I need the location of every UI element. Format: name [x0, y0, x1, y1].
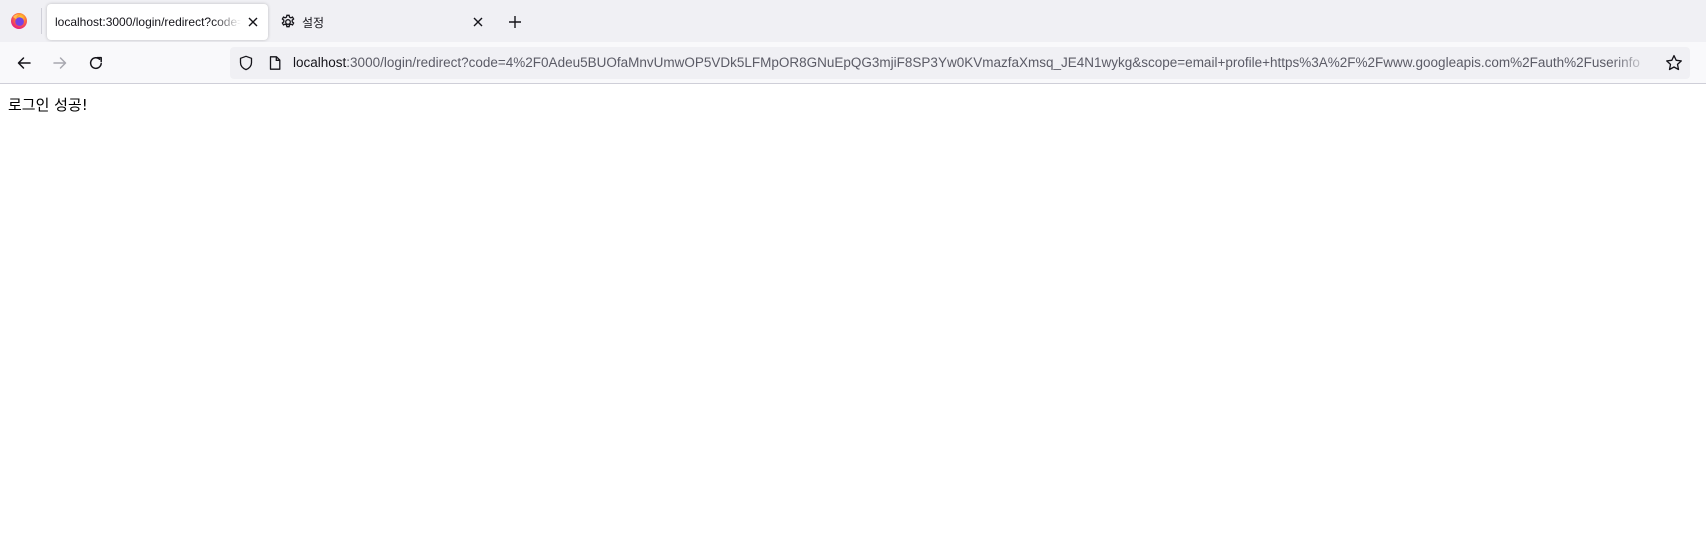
tab-title: localhost:3000/login/redirect?code=4%2F0…	[55, 15, 241, 29]
arrow-right-icon[interactable]	[46, 49, 74, 77]
reload-icon[interactable]	[82, 49, 110, 77]
address-bar[interactable]: localhost:3000/login/redirect?code=4%2F0…	[230, 47, 1690, 79]
url-path: :3000/login/redirect?code=4%2F0Adeu5BUOf…	[346, 55, 1640, 70]
tab-title: 설정	[302, 15, 325, 30]
page-content: 로그인 성공!	[0, 85, 1706, 559]
firefox-icon[interactable]	[8, 10, 30, 32]
url-text[interactable]: localhost:3000/login/redirect?code=4%2F0…	[293, 47, 1652, 79]
login-success-message: 로그인 성공!	[8, 96, 88, 114]
star-icon[interactable]	[1664, 53, 1684, 73]
tab-strip: localhost:3000/login/redirect?code=4%2F0…	[0, 0, 1706, 42]
navigation-toolbar: localhost:3000/login/redirect?code=4%2F0…	[0, 42, 1706, 84]
page-icon[interactable]	[267, 55, 283, 71]
arrow-left-icon[interactable]	[10, 49, 38, 77]
close-icon[interactable]	[469, 13, 487, 31]
close-icon[interactable]	[244, 13, 262, 31]
gear-icon	[280, 14, 296, 30]
url-host: localhost	[293, 55, 347, 70]
plus-icon[interactable]	[503, 10, 527, 34]
tab-login-redirect[interactable]: localhost:3000/login/redirect?code=4%2F0…	[47, 4, 268, 40]
tab-settings[interactable]: 설정	[272, 4, 493, 40]
shield-icon[interactable]	[238, 55, 254, 71]
tab-divider	[41, 8, 42, 34]
